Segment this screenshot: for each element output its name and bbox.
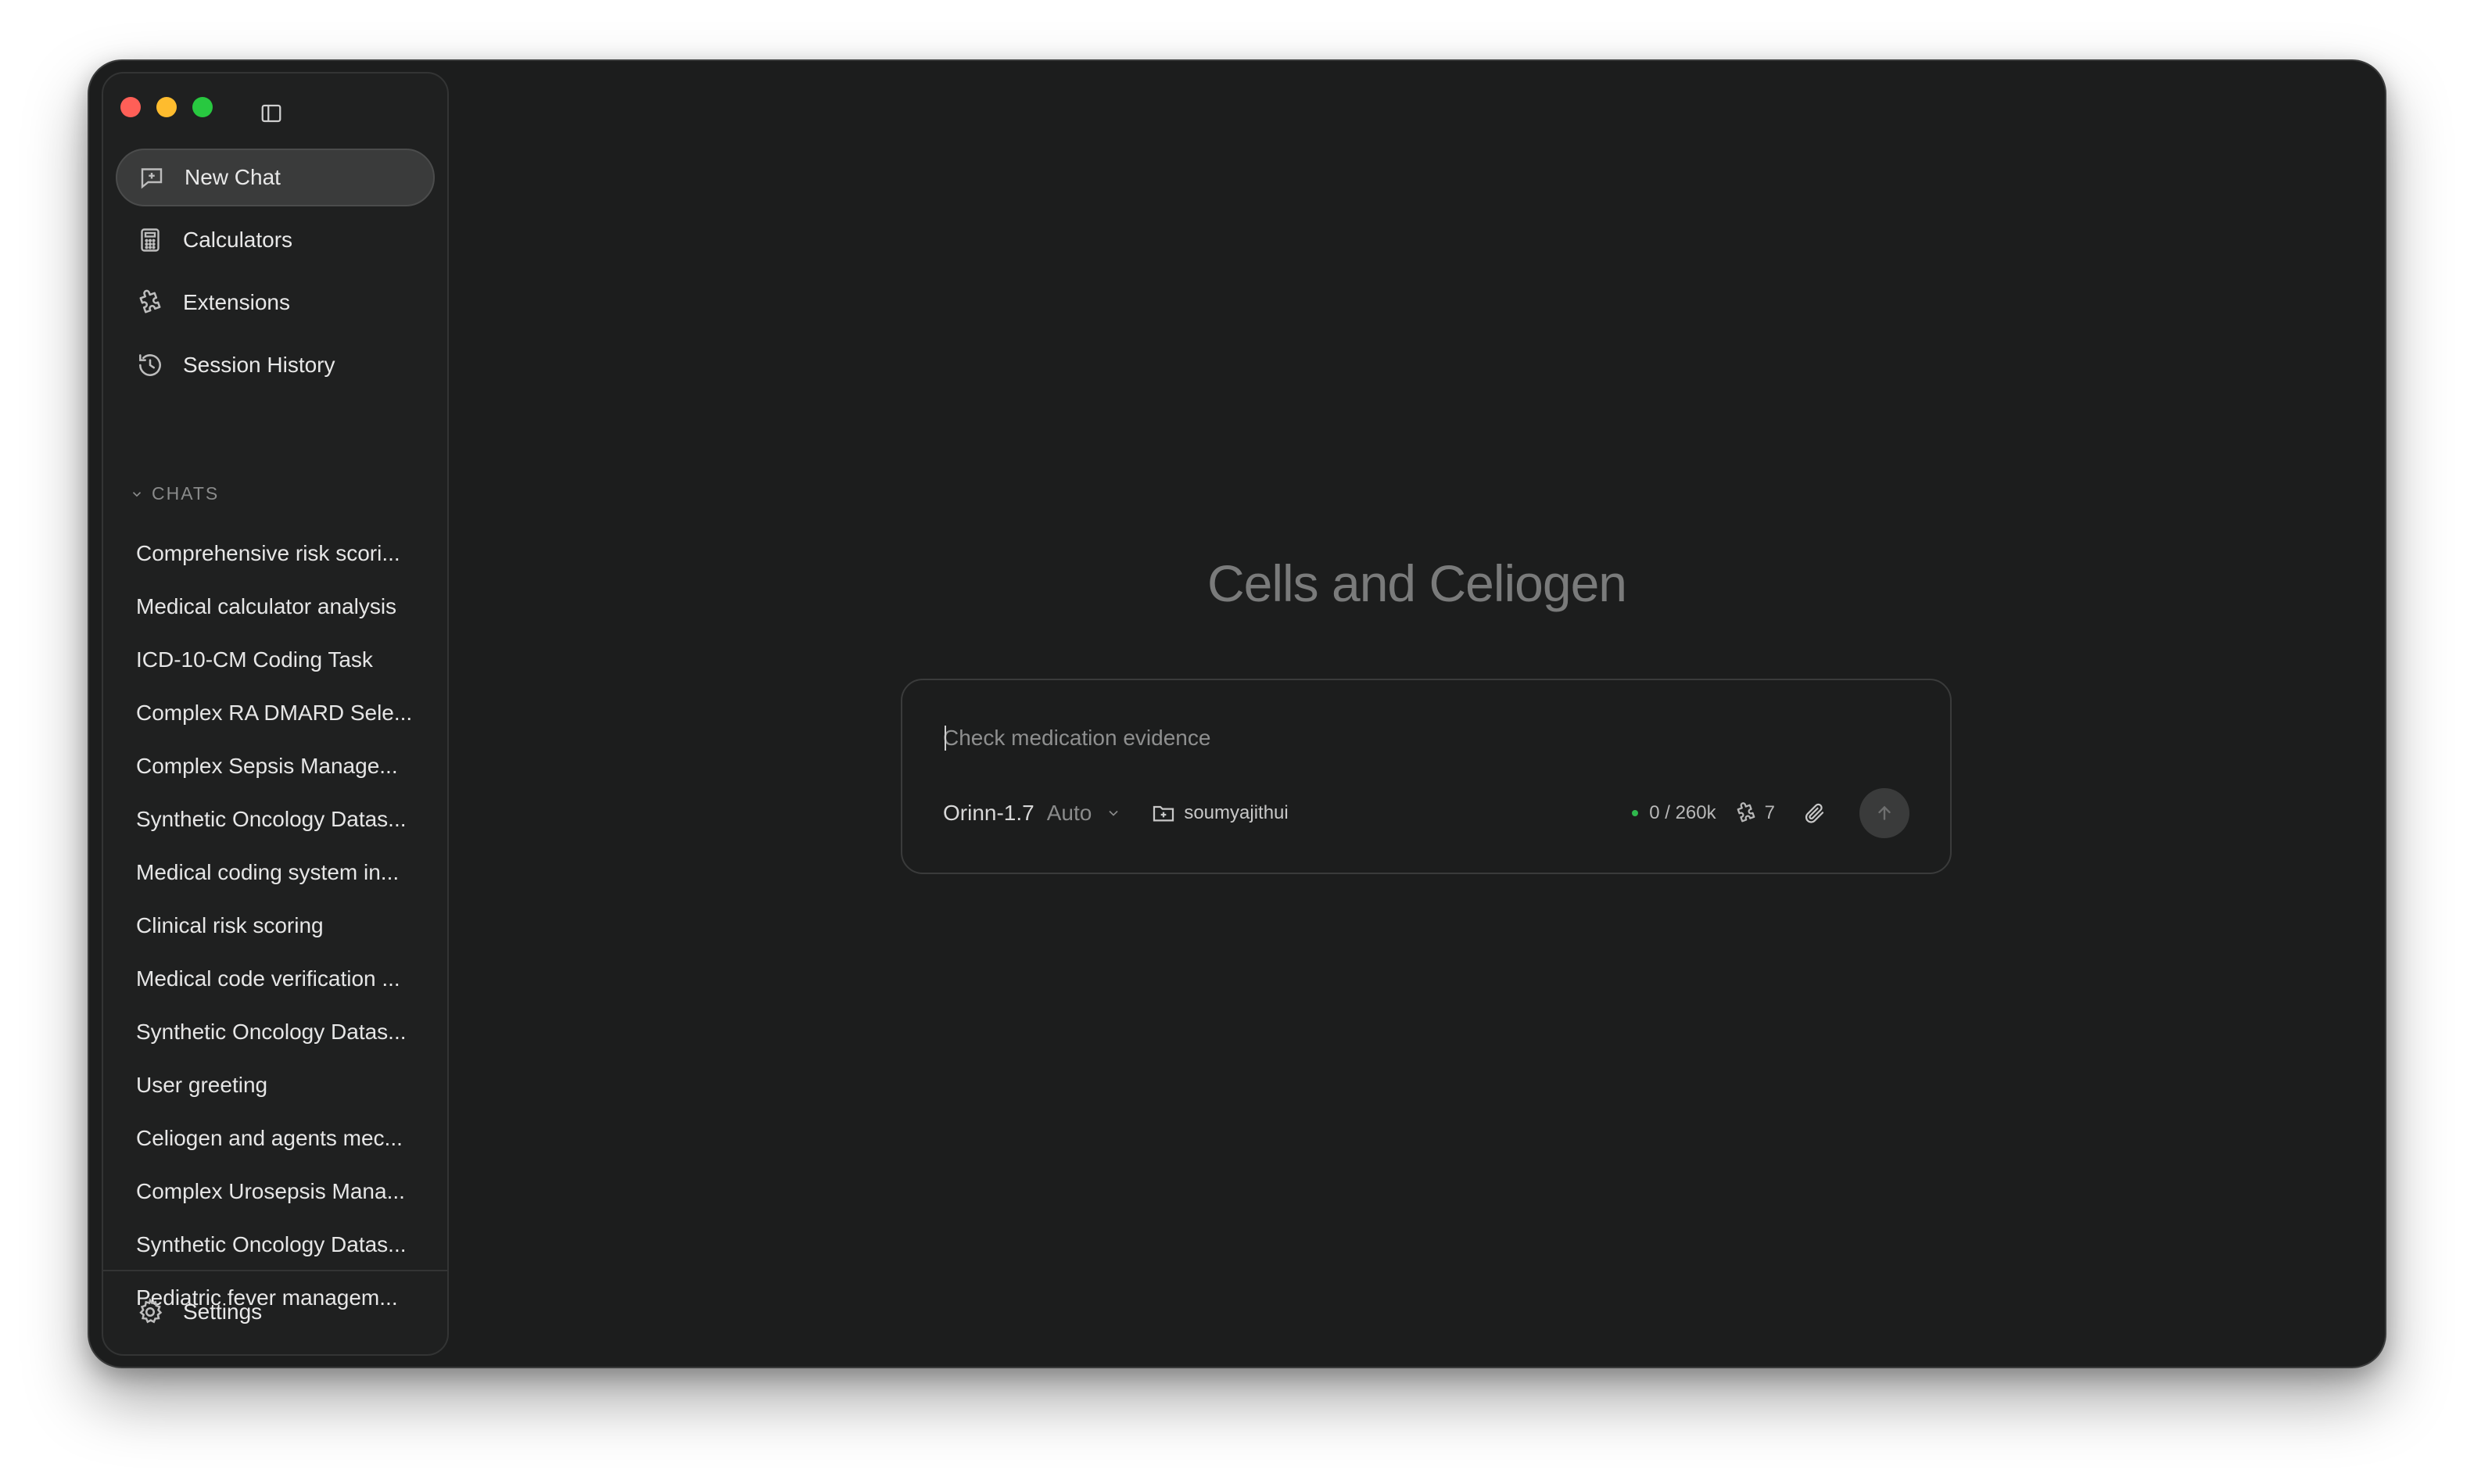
chat-list-item[interactable]: Synthetic Oncology Datas... <box>136 1218 433 1271</box>
model-mode: Auto <box>1046 801 1092 825</box>
chat-list: Comprehensive risk scori... Medical calc… <box>136 527 433 1324</box>
sidebar-item-calculators[interactable]: Calculators <box>116 211 435 269</box>
folder-icon <box>1153 805 1174 822</box>
prompt-input[interactable] <box>943 721 1881 755</box>
chevron-down-icon <box>1109 810 1118 816</box>
chat-list-item[interactable]: Medical code verification ... <box>136 952 433 1005</box>
context-usage: 0 / 260k <box>1632 802 1716 824</box>
chat-list-item[interactable]: Medical calculator analysis <box>136 580 433 633</box>
attach-button[interactable] <box>1802 800 1828 826</box>
chevron-down-icon <box>132 491 142 496</box>
sidebar-nav: New Chat Calculators Extensions Session … <box>116 149 435 399</box>
chat-list-item[interactable]: Synthetic Oncology Datas... <box>136 793 433 846</box>
extensions-count-button[interactable]: 7 <box>1734 801 1775 826</box>
session-history-label: Session History <box>183 353 335 377</box>
workspace-folder-label: soumyajithui <box>1184 802 1289 823</box>
chat-list-item[interactable]: Celiogen and agents mec... <box>136 1112 433 1165</box>
settings-label: Settings <box>183 1299 263 1324</box>
chat-list-item[interactable]: Complex Sepsis Manage... <box>136 740 433 793</box>
extensions-label: Extensions <box>183 290 290 314</box>
window-controls <box>120 97 213 117</box>
chat-list-item[interactable]: Synthetic Oncology Datas... <box>136 1005 433 1059</box>
composer-toolbar: Orinn-1.7 Auto soumyajithui 0 / 260k 7 <box>943 788 1909 838</box>
context-usage-label: 0 / 260k <box>1649 802 1716 823</box>
new-chat-button[interactable]: New Chat <box>116 149 435 206</box>
chat-list-item[interactable]: Medical coding system in... <box>136 846 433 899</box>
chat-list-item[interactable]: ICD-10-CM Coding Task <box>136 633 433 686</box>
minimize-window-button[interactable] <box>156 97 177 117</box>
sidebar-item-session-history[interactable]: Session History <box>116 336 435 394</box>
chat-list-item[interactable]: Comprehensive risk scori... <box>136 527 433 580</box>
sidebar-toggle-button[interactable] <box>260 102 283 125</box>
sidebar-item-extensions[interactable]: Extensions <box>116 274 435 332</box>
new-chat-icon <box>136 162 167 193</box>
send-button[interactable] <box>1859 788 1909 838</box>
text-caret <box>945 726 946 751</box>
workspace-folder-button[interactable]: soumyajithui <box>1151 801 1289 826</box>
status-dot <box>1632 810 1639 816</box>
chats-section-label: CHATS <box>152 483 220 504</box>
model-selector[interactable]: Orinn-1.7 Auto <box>943 801 1121 826</box>
message-composer: Orinn-1.7 Auto soumyajithui <box>901 679 1952 874</box>
chat-list-item[interactable]: User greeting <box>136 1059 433 1112</box>
app-window: New Chat Calculators Extensions Session … <box>88 59 2386 1368</box>
gear-icon <box>134 1296 166 1328</box>
calculator-icon <box>134 224 166 256</box>
sidebar-divider <box>103 1270 447 1271</box>
puzzle-icon <box>1737 802 1755 823</box>
model-name: Orinn-1.7 <box>943 801 1034 825</box>
page-title: Cells and Celiogen <box>1207 554 1627 612</box>
puzzle-icon <box>134 287 166 318</box>
arrow-up-icon <box>1878 805 1891 820</box>
settings-button[interactable]: Settings <box>134 1296 262 1328</box>
calculators-label: Calculators <box>183 228 293 252</box>
chats-section-toggle[interactable]: CHATS <box>130 483 219 504</box>
sidebar-toggle-icon <box>261 104 281 123</box>
maximize-window-button[interactable] <box>192 97 213 117</box>
paperclip-icon <box>1805 803 1824 823</box>
close-window-button[interactable] <box>120 97 141 117</box>
new-chat-label: New Chat <box>185 165 281 189</box>
chat-list-item[interactable]: Complex RA DMARD Sele... <box>136 686 433 740</box>
chat-list-item[interactable]: Complex Urosepsis Mana... <box>136 1165 433 1218</box>
history-icon <box>134 349 166 381</box>
extensions-count-label: 7 <box>1764 802 1775 823</box>
sidebar: New Chat Calculators Extensions Session … <box>102 72 449 1356</box>
chat-list-item[interactable]: Clinical risk scoring <box>136 899 433 952</box>
